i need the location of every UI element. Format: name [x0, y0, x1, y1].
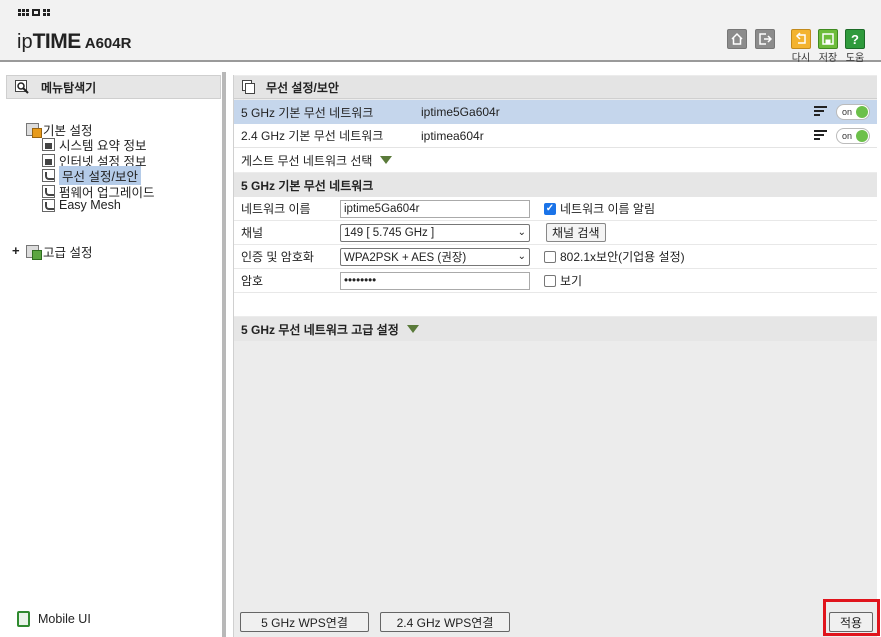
- channel-select[interactable]: 149 [ 5.745 GHz ] ⌄: [340, 223, 530, 242]
- home-icon: [731, 32, 743, 45]
- field-label: 네트워크 이름: [241, 202, 311, 216]
- wps-5ghz-button[interactable]: 5 GHz WPS연결: [240, 612, 369, 632]
- save-label: 저장: [818, 53, 838, 64]
- form-row-auth: 인증 및 암호화 WPA2PSK + AES (권장) ⌄ 802.1x보안(기…: [234, 245, 877, 269]
- form-row-password: 암호 •••••••• 보기: [234, 269, 877, 293]
- chart-icon: [42, 138, 55, 151]
- logout-icon: [759, 33, 772, 45]
- home-button[interactable]: [727, 29, 747, 49]
- sidebar-advanced-settings[interactable]: 고급 설정: [26, 242, 92, 261]
- save-icon: [822, 33, 834, 45]
- network-toggle[interactable]: on: [836, 104, 870, 120]
- help-button[interactable]: ?: [845, 29, 865, 49]
- auth-select[interactable]: WPA2PSK + AES (권장) ⌄: [340, 247, 530, 266]
- enterprise-label: 802.1x보안(기업용 설정): [560, 250, 685, 264]
- form-row-channel: 채널 149 [ 5.745 GHz ] ⌄ 채널 검색: [234, 221, 877, 245]
- section-header-5ghz: 5 GHz 기본 무선 네트워크: [234, 173, 877, 197]
- help-icon: ?: [851, 31, 859, 47]
- menu-explorer-header: 메뉴탐색기: [6, 75, 221, 99]
- broadcast-label: 네트워크 이름 알림: [560, 202, 655, 216]
- header-bar: ipTIME A604R ? 다시 저장 도움: [0, 0, 881, 64]
- show-password-label: 보기: [560, 274, 583, 288]
- form-spacer: [234, 293, 877, 316]
- mesh-icon: [42, 198, 55, 212]
- enterprise-checkbox[interactable]: [544, 250, 556, 263]
- folder-icon: [26, 245, 42, 260]
- network-band: 2.4 GHz 기본 무선 네트워크: [241, 129, 384, 143]
- auth-value: WPA2PSK + AES (권장): [344, 251, 467, 264]
- undo-label: 다시: [791, 53, 811, 64]
- chevron-down-icon: [406, 325, 419, 333]
- undo-button[interactable]: [791, 29, 811, 49]
- wireless-icon: [42, 169, 55, 182]
- guest-network-label: 게스트 무선 네트워크 선택: [241, 153, 373, 168]
- field-label: 채널: [241, 226, 264, 240]
- wifi-lock-icon: [814, 106, 828, 118]
- apply-highlight: [823, 599, 880, 636]
- expand-advanced-toggle[interactable]: +: [12, 243, 20, 258]
- field-label: 인증 및 암호화: [241, 250, 314, 264]
- model-name: A604R: [84, 35, 132, 52]
- advanced-section-toggle[interactable]: 5 GHz 무선 네트워크 고급 설정: [234, 317, 877, 341]
- logout-button[interactable]: [755, 29, 775, 49]
- network-row-5ghz[interactable]: 5 GHz 기본 무선 네트워크 iptime5Ga604r on: [234, 100, 877, 124]
- folder-icon: [26, 123, 42, 138]
- password-input[interactable]: ••••••••: [340, 271, 530, 290]
- undo-icon: [795, 32, 806, 44]
- search-icon: [15, 80, 29, 94]
- mobile-ui-label: Mobile UI: [38, 612, 91, 626]
- sidebar-item-label: 고급 설정: [43, 246, 93, 260]
- form-row-network-name: 네트워크 이름 iptime5Ga604r ✓ 네트워크 이름 알림: [234, 197, 877, 221]
- chevron-down-icon: [380, 156, 393, 164]
- wps-2-4ghz-button[interactable]: 2.4 GHz WPS연결: [380, 612, 510, 632]
- mobile-icon: [17, 611, 30, 627]
- chevron-down-icon: ⌄: [517, 251, 526, 262]
- network-toggle[interactable]: on: [836, 128, 870, 144]
- network-band: 5 GHz 기본 무선 네트워크: [241, 105, 374, 120]
- save-button[interactable]: [818, 29, 838, 49]
- chevron-down-icon: ⌄: [517, 227, 526, 238]
- network-ssid: iptimea604r: [421, 128, 484, 143]
- page-icon: [242, 80, 255, 94]
- logo-dots: [18, 9, 50, 16]
- brand-logo: ipTIME A604R: [17, 30, 132, 53]
- help-label: 도움: [845, 53, 865, 64]
- page-title-bar: 무선 설정/보안: [234, 76, 877, 99]
- guest-network-select[interactable]: 게스트 무선 네트워크 선택: [234, 148, 877, 172]
- channel-value: 149 [ 5.745 GHz ]: [344, 226, 435, 239]
- show-password-checkbox[interactable]: [544, 274, 556, 287]
- sidebar-item-easy-mesh[interactable]: Easy Mesh: [42, 198, 121, 212]
- field-label: 암호: [241, 274, 264, 288]
- channel-scan-button[interactable]: 채널 검색: [546, 223, 606, 242]
- menu-explorer-title: 메뉴탐색기: [41, 80, 97, 95]
- broadcast-checkbox[interactable]: ✓: [544, 202, 556, 215]
- network-row-2-4ghz[interactable]: 2.4 GHz 기본 무선 네트워크 iptimea604r on: [234, 124, 877, 148]
- section-title: 5 GHz 기본 무선 네트워크: [241, 178, 374, 193]
- wifi-lock-icon: [814, 130, 828, 142]
- upgrade-icon: [42, 185, 55, 198]
- page-title: 무선 설정/보안: [266, 80, 339, 95]
- sidebar-item-label: Easy Mesh: [59, 198, 121, 212]
- network-ssid: iptime5Ga604r: [421, 105, 500, 119]
- network-name-input[interactable]: iptime5Ga604r: [340, 199, 530, 218]
- mobile-ui-link[interactable]: Mobile UI: [17, 611, 91, 627]
- section-title: 5 GHz 무선 네트워크 고급 설정: [241, 322, 399, 337]
- sidebar-divider[interactable]: [222, 72, 226, 637]
